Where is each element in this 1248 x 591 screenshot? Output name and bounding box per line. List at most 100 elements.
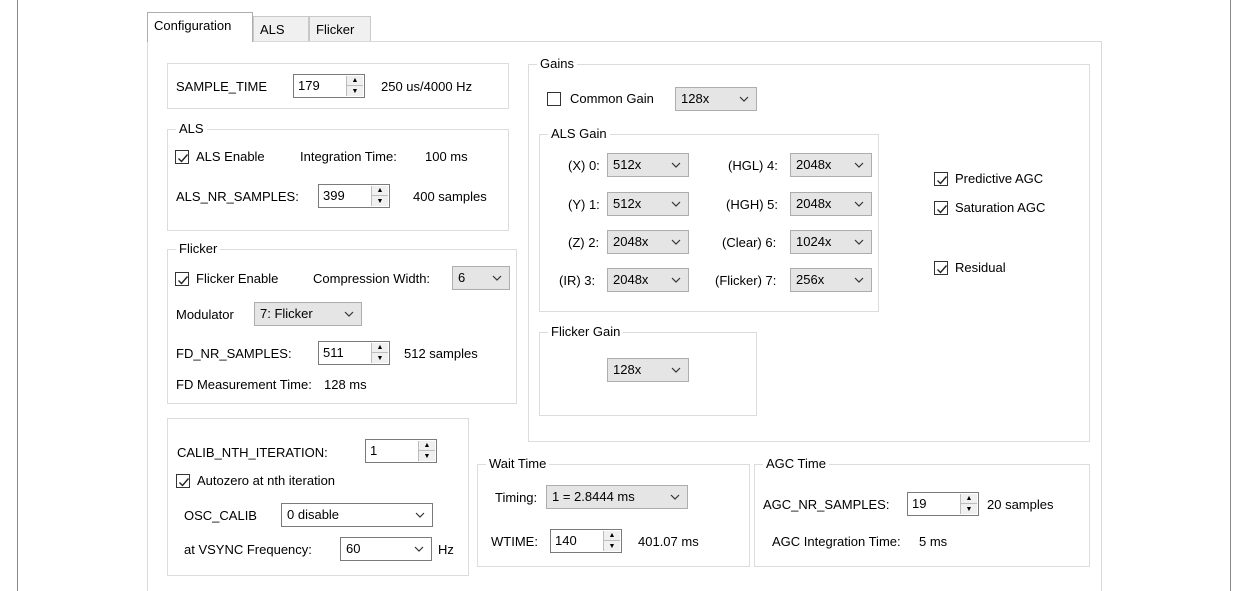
sample-time-info: 250 us/4000 Hz: [381, 79, 473, 94]
als-group: ALS ALS Enable Integration Time: 100 ms …: [167, 121, 509, 231]
fd-nr-samples-spinner[interactable]: 511 ▲ ▼: [318, 341, 390, 365]
group-title: Wait Time: [486, 456, 550, 472]
als-nr-samples-label: ALS_NR_SAMPLES:: [176, 189, 299, 204]
tab-als[interactable]: ALS: [253, 16, 309, 42]
predictive-agc-label: Predictive AGC: [955, 171, 1044, 186]
saturation-agc-checkbox[interactable]: [934, 201, 948, 215]
dropdown-value: 512x: [613, 157, 642, 172]
tab-label: Flicker: [316, 22, 355, 37]
agc-nr-samples-label: AGC_NR_SAMPLES:: [763, 497, 890, 512]
spinner-buttons[interactable]: ▲ ▼: [346, 76, 363, 96]
spinner-buttons[interactable]: ▲ ▼: [371, 186, 388, 206]
wtime-spinner[interactable]: 140 ▲ ▼: [550, 529, 622, 553]
fd-nr-samples-label: FD_NR_SAMPLES:: [176, 346, 292, 361]
chevron-down-icon: [739, 96, 749, 102]
vsync-unit: Hz: [438, 542, 454, 557]
gain-channel-label: (Y) 1:: [568, 197, 600, 212]
wtime-label: WTIME:: [491, 534, 538, 549]
chevron-down-icon: [854, 277, 864, 283]
dropdown-value: 128x: [681, 91, 710, 106]
sample-time-group: SAMPLE_TIME 179 ▲ ▼ 250 us/4000 Hz: [167, 63, 509, 109]
tab-flicker[interactable]: Flicker: [309, 16, 371, 42]
spinner-value: 140: [555, 533, 577, 548]
spin-up-icon[interactable]: ▲: [347, 76, 363, 86]
calib-nth-iteration-spinner[interactable]: 1 ▲ ▼: [365, 439, 437, 463]
spin-up-icon[interactable]: ▲: [961, 494, 977, 504]
spinner-buttons[interactable]: ▲ ▼: [418, 441, 435, 461]
spin-up-icon[interactable]: ▲: [604, 531, 620, 541]
residual-checkbox[interactable]: [934, 261, 948, 275]
gain-channel-label: (Z) 2:: [568, 235, 600, 250]
vsync-frequency-label: at VSYNC Frequency:: [184, 542, 312, 557]
dropdown-value: 2048x: [613, 234, 649, 249]
sample-time-label: SAMPLE_TIME: [176, 79, 268, 94]
spin-down-icon[interactable]: ▼: [604, 541, 620, 551]
agc-nr-samples-spinner[interactable]: 19 ▲ ▼: [907, 492, 979, 516]
spin-up-icon[interactable]: ▲: [372, 343, 388, 353]
spinner-value: 511: [323, 345, 344, 360]
spinner-value: 19: [912, 496, 927, 511]
flicker-enable-checkbox[interactable]: [175, 272, 189, 286]
chevron-down-icon: [670, 494, 680, 500]
compression-width-dropdown[interactable]: 6: [452, 266, 510, 290]
modulator-dropdown[interactable]: 7: Flicker: [254, 302, 362, 326]
group-title: ALS: [176, 121, 207, 137]
als-nr-samples-info: 400 samples: [413, 189, 487, 204]
spinner-value: 1: [370, 443, 378, 458]
tab-configuration[interactable]: Configuration: [147, 12, 253, 42]
sample-time-spinner[interactable]: 179 ▲ ▼: [293, 74, 365, 98]
gain-channel-label: (HGH) 5:: [726, 197, 778, 212]
spinner-buttons[interactable]: ▲ ▼: [371, 343, 388, 363]
gain-channel-6-dropdown[interactable]: 1024x: [790, 230, 872, 254]
agc-nr-samples-info: 20 samples: [987, 497, 1054, 512]
als-enable-checkbox[interactable]: [175, 150, 189, 164]
als-nr-samples-spinner[interactable]: 399 ▲ ▼: [318, 184, 390, 208]
flicker-gain-dropdown[interactable]: 128x: [607, 358, 689, 382]
spin-up-icon[interactable]: ▲: [372, 186, 388, 196]
dropdown-value: 2048x: [796, 196, 832, 211]
spin-down-icon[interactable]: ▼: [419, 451, 435, 461]
tab-label: Configuration: [154, 18, 232, 33]
dropdown-value: 256x: [796, 272, 825, 287]
dropdown-value: 1024x: [796, 234, 832, 249]
wtime-info: 401.07 ms: [638, 534, 699, 549]
gains-group: Gains Common Gain 128x ALS Gain (X) 0: 5…: [528, 56, 1090, 442]
gain-channel-5-dropdown[interactable]: 2048x: [790, 192, 872, 216]
spin-down-icon[interactable]: ▼: [372, 196, 388, 206]
common-gain-checkbox[interactable]: [547, 92, 561, 106]
common-gain-label: Common Gain: [570, 91, 654, 106]
dropdown-value: 512x: [613, 196, 642, 211]
calib-nth-iteration-label: CALIB_NTH_ITERATION:: [177, 445, 328, 460]
flicker-group: Flicker Flicker Enable Compression Width…: [167, 241, 517, 404]
chevron-down-icon: [671, 277, 681, 283]
gain-channel-3-dropdown[interactable]: 2048x: [607, 268, 689, 292]
gain-channel-7-dropdown[interactable]: 256x: [790, 268, 872, 292]
spin-down-icon[interactable]: ▼: [347, 86, 363, 96]
gain-channel-1-dropdown[interactable]: 512x: [607, 192, 689, 216]
timing-dropdown[interactable]: 1 = 2.8444 ms: [546, 485, 688, 509]
gain-channel-label: (Clear) 6:: [722, 235, 777, 250]
chevron-down-icon: [415, 512, 425, 518]
chevron-down-icon: [414, 546, 424, 552]
vsync-frequency-dropdown[interactable]: 60: [340, 537, 432, 561]
spin-down-icon[interactable]: ▼: [372, 353, 388, 363]
gain-channel-label: (HGL) 4:: [728, 158, 778, 173]
gain-channel-0-dropdown[interactable]: 512x: [607, 153, 689, 177]
autozero-checkbox[interactable]: [176, 474, 190, 488]
spin-down-icon[interactable]: ▼: [961, 504, 977, 514]
predictive-agc-checkbox[interactable]: [934, 172, 948, 186]
saturation-agc-label: Saturation AGC: [955, 200, 1046, 215]
gain-channel-label: (IR) 3:: [559, 273, 596, 288]
chevron-down-icon: [344, 311, 354, 317]
spinner-buttons[interactable]: ▲ ▼: [603, 531, 620, 551]
gain-channel-label: (Flicker) 7:: [715, 273, 777, 288]
spin-up-icon[interactable]: ▲: [419, 441, 435, 451]
gain-channel-4-dropdown[interactable]: 2048x: [790, 153, 872, 177]
check-icon: [937, 265, 948, 274]
group-title: ALS Gain: [548, 126, 610, 142]
common-gain-dropdown[interactable]: 128x: [675, 87, 757, 111]
osc-calib-dropdown[interactable]: 0 disable: [281, 503, 433, 527]
als-integration-label: Integration Time:: [300, 149, 397, 164]
gain-channel-2-dropdown[interactable]: 2048x: [607, 230, 689, 254]
spinner-buttons[interactable]: ▲ ▼: [960, 494, 977, 514]
